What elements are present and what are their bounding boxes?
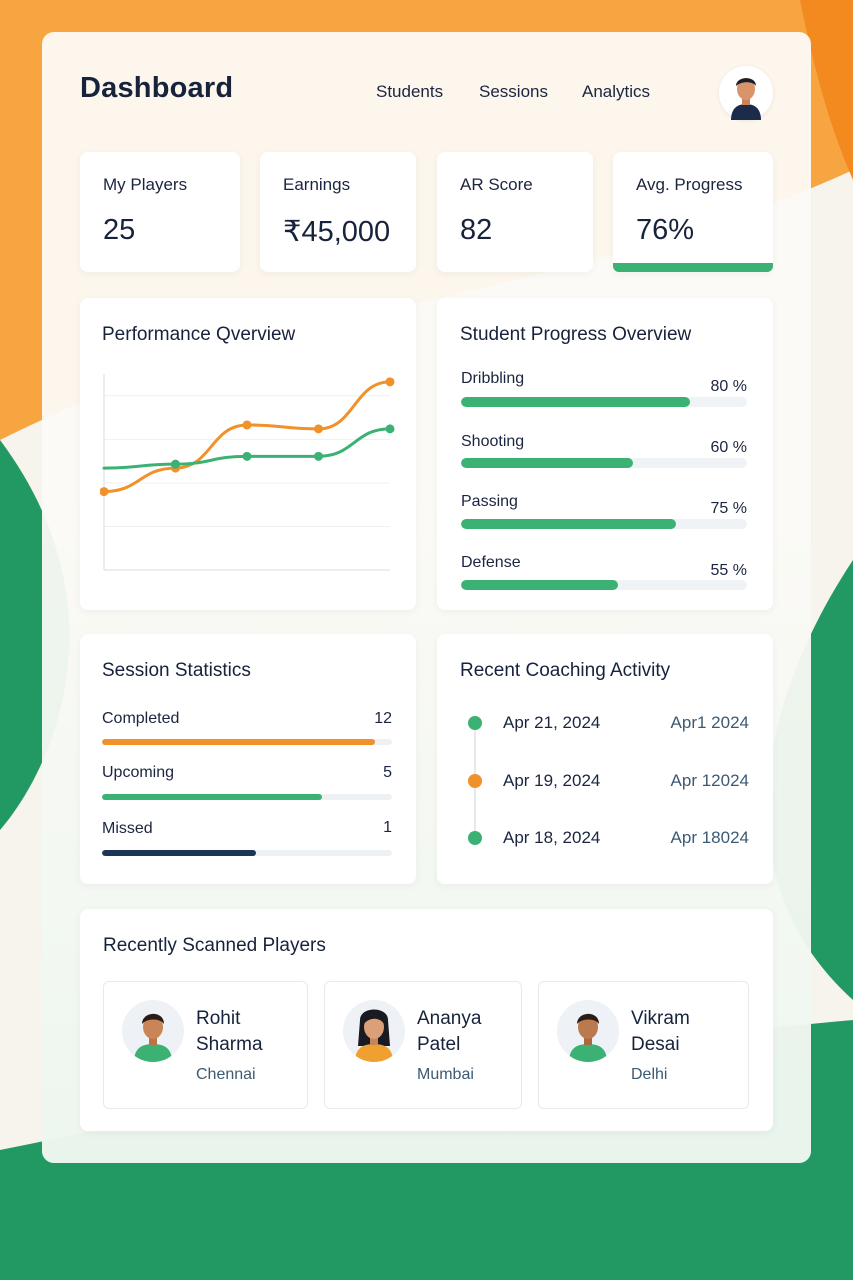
activity-secondary-date: Apr 18024 — [670, 828, 749, 847]
progress-percent: 60 % — [710, 439, 747, 456]
data-point — [242, 420, 252, 430]
avatar-shirt — [569, 1044, 607, 1062]
activity-date[interactable]: Apr 19, 2024 — [503, 771, 600, 791]
player-last-name: Sharma — [196, 1034, 263, 1055]
session-count: 1 — [383, 819, 392, 836]
user-avatar-icon — [719, 66, 773, 120]
progress-fill — [461, 580, 619, 590]
performance-line-chart — [100, 374, 395, 571]
data-point — [314, 424, 323, 434]
progress-percent: 75 % — [710, 500, 747, 517]
stat-label: Avg. Progress — [636, 175, 743, 194]
stat-card-ar-score[interactable]: AR Score 82 — [437, 152, 593, 272]
progress-label: Passing — [461, 493, 518, 510]
data-point — [242, 451, 252, 461]
progress-underline — [613, 263, 773, 272]
stat-label: Earnings — [283, 175, 351, 194]
stat-card-players[interactable]: My Players 25 — [80, 152, 240, 272]
progress-percent: 80 % — [710, 378, 747, 395]
coaching-activity-card: Recent Coaching Activity Apr 21, 2024 Ap… — [437, 634, 773, 884]
stat-label: My Players — [103, 175, 188, 194]
activity-secondary-date: Apr 12024 — [670, 771, 749, 790]
stat-card-earnings[interactable]: Earnings ₹45,000 — [260, 152, 416, 272]
progress-label: Dribbling — [461, 370, 525, 387]
stat-value: 76% — [636, 214, 695, 246]
page-title: Dashboard — [80, 72, 234, 104]
stat-value: ₹45,000 — [283, 216, 391, 248]
card-title: Session Statistics — [102, 660, 251, 681]
card-title: Recent Coaching Activity — [460, 660, 671, 681]
data-point — [171, 459, 180, 469]
data-point — [314, 451, 323, 461]
player-city: Mumbai — [417, 1066, 474, 1083]
stat-value: 82 — [460, 214, 493, 246]
session-count: 12 — [374, 710, 392, 727]
avatar-shirt — [355, 1044, 393, 1062]
data-point — [385, 377, 395, 387]
stat-value: 25 — [103, 214, 136, 246]
card-title: Recently Scanned Players — [103, 935, 326, 956]
activity-date[interactable]: Apr 21, 2024 — [503, 713, 600, 733]
player-last-name: Patel — [417, 1034, 461, 1055]
timeline-dot — [468, 716, 482, 730]
player-first-name: Vikram — [631, 1008, 690, 1029]
nav-students[interactable]: Students — [376, 82, 443, 102]
series-line-2 — [102, 427, 392, 470]
student-progress-card: Student Progress Overview Dribbling 80 %… — [437, 298, 773, 610]
player-card-vikram[interactable]: Vikram Desai Delhi — [538, 981, 749, 1109]
session-track — [102, 794, 392, 800]
series-line-1 — [102, 380, 392, 494]
progress-percent: 55 % — [710, 562, 747, 579]
progress-label: Defense — [461, 554, 521, 571]
nav-sessions[interactable]: Sessions — [479, 82, 548, 102]
male-avatar-icon — [134, 1013, 172, 1062]
player-avatar — [557, 1000, 619, 1062]
session-fill — [102, 794, 323, 800]
session-count: 5 — [383, 764, 392, 781]
player-first-name: Rohit — [196, 1008, 241, 1029]
player-avatar — [122, 1000, 184, 1062]
player-city: Delhi — [631, 1066, 668, 1083]
scanned-players-card: Recently Scanned Players Rohit Sharma Ch… — [80, 909, 773, 1131]
timeline-dot — [468, 774, 482, 788]
session-statistics-card: Session Statistics Completed 12 Upcoming… — [80, 634, 416, 884]
progress-fill — [461, 519, 676, 529]
progress-track — [461, 458, 747, 468]
activity-secondary-date: Apr1 2024 — [670, 713, 749, 732]
card-title: Performance Qverview — [102, 324, 296, 345]
progress-fill — [461, 458, 633, 468]
nav-analytics[interactable]: Analytics — [582, 82, 650, 102]
session-label: Upcoming — [102, 764, 175, 781]
session-fill — [102, 850, 256, 856]
session-track — [102, 739, 392, 745]
progress-label: Shooting — [461, 433, 525, 450]
profile-avatar[interactable] — [719, 66, 773, 120]
session-fill — [102, 739, 375, 745]
progress-track — [461, 397, 747, 407]
stat-label: AR Score — [460, 175, 533, 194]
player-first-name: Ananya — [417, 1008, 482, 1029]
progress-track — [461, 580, 747, 590]
player-avatar — [343, 1000, 405, 1062]
player-city: Chennai — [196, 1066, 256, 1083]
progress-track — [461, 519, 747, 529]
activity-date[interactable]: Apr 18, 2024 — [503, 828, 600, 848]
progress-fill — [461, 397, 690, 407]
player-card-ananya[interactable]: Ananya Patel Mumbai — [324, 981, 522, 1109]
player-card-rohit[interactable]: Rohit Sharma Chennai — [103, 981, 308, 1109]
timeline-dot — [468, 831, 482, 845]
male-avatar-icon — [569, 1013, 607, 1062]
data-point — [385, 424, 395, 434]
performance-card: Performance Qverview — [80, 298, 416, 610]
stat-card-avg-progress[interactable]: Avg. Progress 76% — [613, 152, 773, 272]
data-point — [100, 487, 109, 497]
session-label: Missed — [102, 820, 153, 837]
card-title: Student Progress Overview — [460, 324, 692, 345]
session-label: Completed — [102, 710, 180, 727]
female-avatar-icon — [355, 1009, 393, 1062]
session-track — [102, 850, 392, 856]
avatar-shirt — [134, 1044, 172, 1062]
player-last-name: Desai — [631, 1034, 680, 1055]
